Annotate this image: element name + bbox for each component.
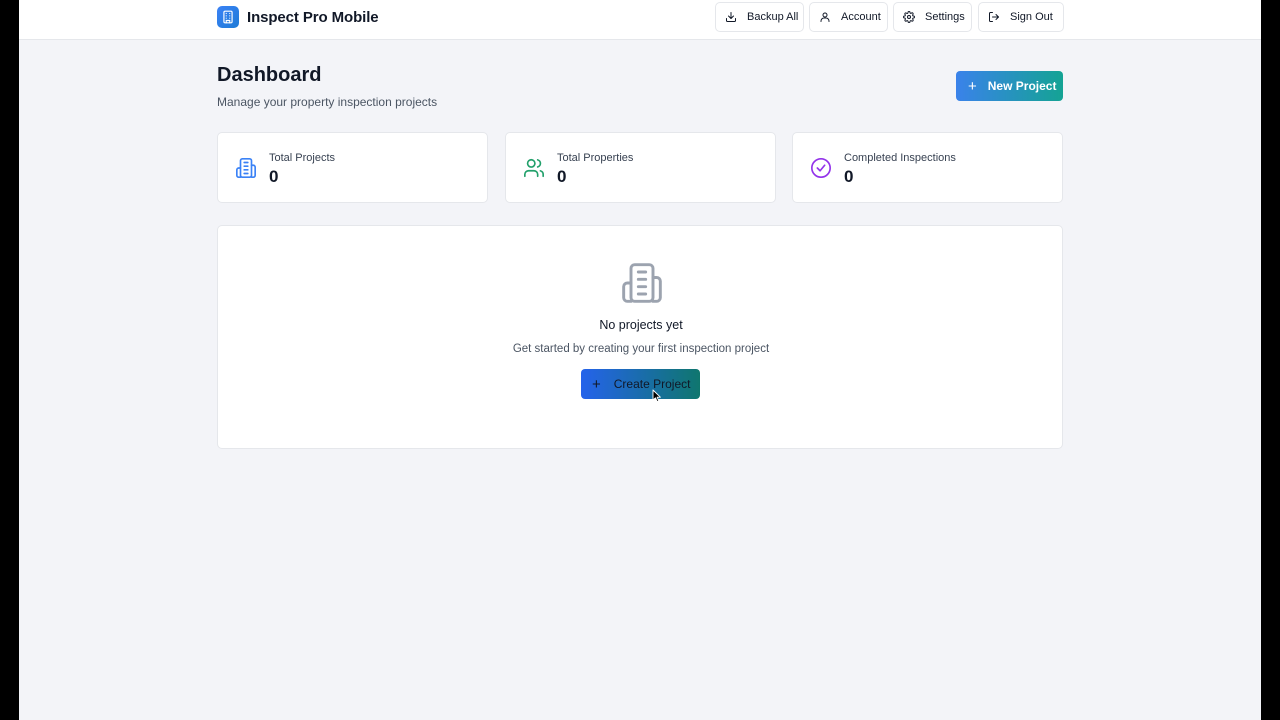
stat-label: Total Properties bbox=[557, 152, 634, 164]
mouse-cursor-icon bbox=[652, 389, 661, 403]
account-label: Account bbox=[841, 11, 881, 23]
gear-icon bbox=[903, 11, 915, 23]
sign-out-icon bbox=[989, 12, 999, 22]
building-icon bbox=[217, 6, 239, 28]
stat-label: Completed Inspections bbox=[844, 152, 956, 164]
empty-state-title: No projects yet bbox=[599, 318, 683, 332]
projects-empty-state: No projects yet Get started by creating … bbox=[217, 225, 1063, 449]
new-project-label: New Project bbox=[987, 79, 1057, 93]
backup-all-label: Backup All bbox=[747, 11, 799, 23]
app-window: Inspect Pro Mobile Backup All Account Se… bbox=[19, 0, 1261, 720]
building-icon bbox=[622, 263, 662, 303]
check-circle-icon bbox=[811, 158, 831, 178]
settings-button[interactable]: Settings bbox=[893, 2, 972, 32]
user-icon bbox=[820, 12, 830, 22]
settings-label: Settings bbox=[925, 11, 965, 23]
page-title: Dashboard bbox=[217, 64, 322, 86]
empty-state-description: Get started by creating your first inspe… bbox=[512, 343, 770, 355]
create-project-button[interactable]: + Create Project bbox=[581, 369, 700, 399]
stat-value: 0 bbox=[557, 167, 567, 186]
page-subtitle: Manage your property inspection projects bbox=[217, 95, 438, 109]
stat-value: 0 bbox=[269, 167, 279, 186]
brand[interactable]: Inspect Pro Mobile bbox=[217, 6, 379, 28]
sign-out-button[interactable]: Sign Out bbox=[978, 2, 1064, 32]
stat-card-completed-inspections: Completed Inspections 0 bbox=[792, 132, 1063, 203]
app-title: Inspect Pro Mobile bbox=[247, 8, 379, 26]
plus-icon: + bbox=[592, 375, 601, 393]
building-icon bbox=[236, 158, 256, 178]
stat-label: Total Projects bbox=[269, 152, 336, 164]
sign-out-label: Sign Out bbox=[1010, 11, 1053, 23]
plus-icon: + bbox=[968, 77, 977, 95]
stat-card-total-properties: Total Properties 0 bbox=[505, 132, 776, 203]
new-project-button[interactable]: + New Project bbox=[956, 71, 1063, 101]
users-icon bbox=[524, 158, 544, 178]
download-icon bbox=[726, 12, 736, 22]
top-navbar: Inspect Pro Mobile Backup All Account Se… bbox=[19, 0, 1261, 40]
stat-card-total-projects: Total Projects 0 bbox=[217, 132, 488, 203]
account-button[interactable]: Account bbox=[809, 2, 888, 32]
backup-all-button[interactable]: Backup All bbox=[715, 2, 804, 32]
stat-value: 0 bbox=[844, 167, 854, 186]
